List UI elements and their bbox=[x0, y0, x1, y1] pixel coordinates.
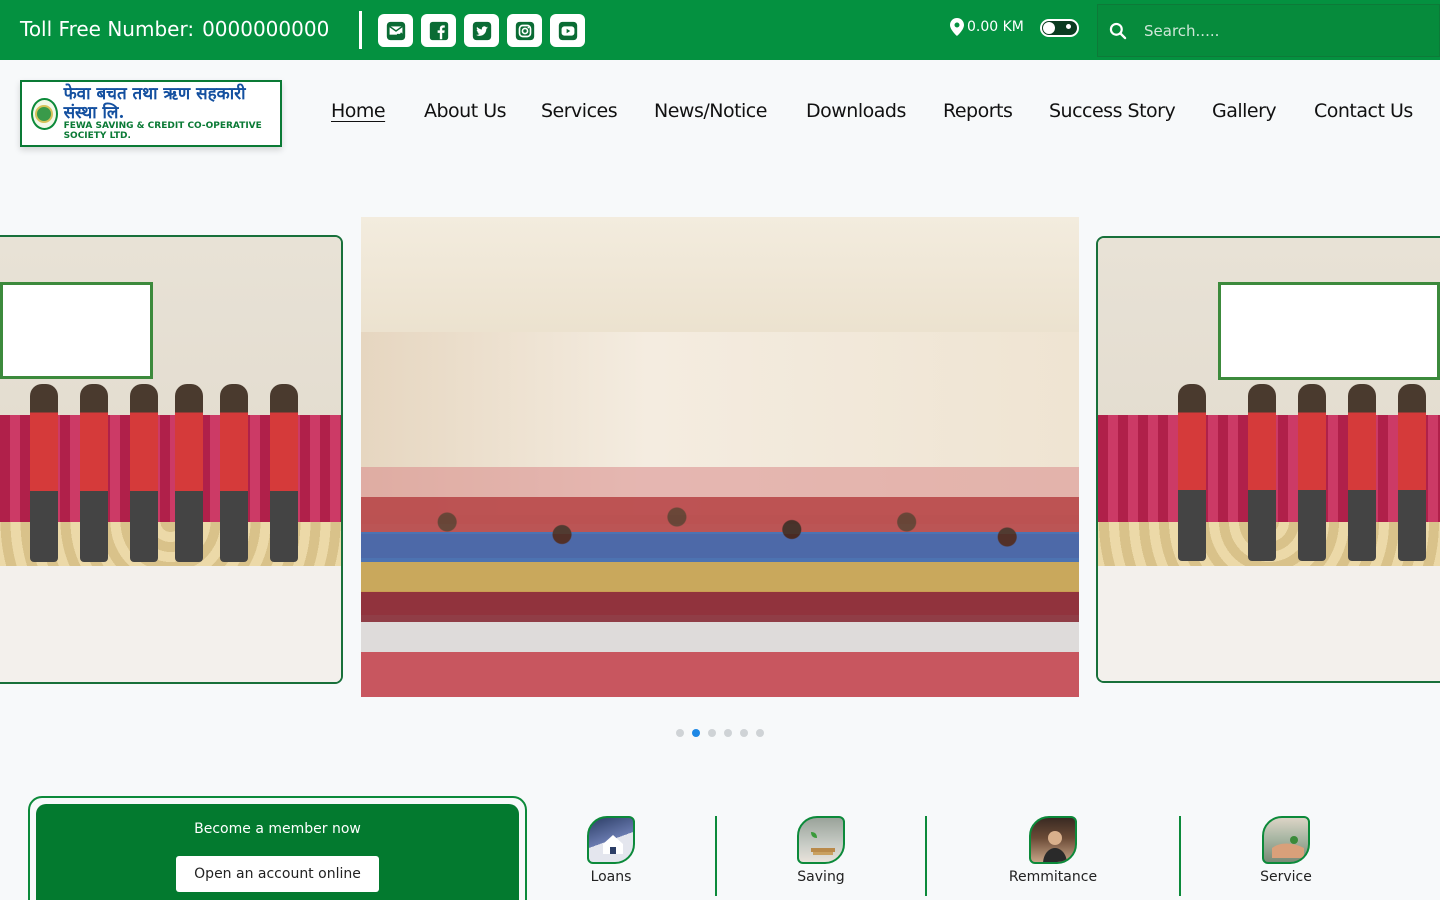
distance-value: 0.00 KM bbox=[967, 19, 1024, 35]
twitter-icon[interactable] bbox=[464, 14, 499, 47]
location-distance: 0.00 KM bbox=[950, 18, 1024, 36]
slide-current[interactable] bbox=[361, 217, 1079, 697]
service-label: Saving bbox=[797, 869, 845, 885]
slide-next[interactable] bbox=[1096, 236, 1440, 683]
toggle-indicator bbox=[1066, 24, 1071, 29]
service-divider bbox=[925, 816, 927, 896]
top-bar: Toll Free Number: 0000000000 0.00 KM bbox=[0, 0, 1440, 60]
search-icon[interactable] bbox=[1098, 21, 1138, 41]
toll-free-label: Toll Free Number: bbox=[20, 17, 195, 41]
service-icon bbox=[1262, 816, 1310, 864]
loans-icon bbox=[587, 816, 635, 864]
service-label: Remmitance bbox=[1008, 869, 1098, 885]
slider-dot[interactable] bbox=[708, 729, 716, 737]
site-logo[interactable]: फेवा बचत तथा ऋण सहकारी संस्था लि. FEWA S… bbox=[20, 80, 282, 147]
slider-pagination bbox=[676, 729, 764, 737]
member-title: Become a member now bbox=[194, 821, 361, 837]
nav-services[interactable]: Services bbox=[541, 100, 618, 122]
service-saving[interactable]: Saving bbox=[751, 816, 891, 885]
cooperative-emblem-icon bbox=[31, 97, 58, 130]
slider-dot-active[interactable] bbox=[692, 729, 700, 737]
search-box bbox=[1097, 4, 1440, 57]
service-divider bbox=[715, 816, 717, 896]
divider bbox=[359, 11, 362, 49]
saving-icon bbox=[797, 816, 845, 864]
toll-free-number[interactable]: 0000000000 bbox=[202, 17, 329, 41]
logo-text: फेवा बचत तथा ऋण सहकारी संस्था लि. FEWA S… bbox=[63, 83, 280, 142]
service-label: Loans bbox=[590, 869, 632, 885]
nav-gallery[interactable]: Gallery bbox=[1212, 100, 1277, 122]
nav-success-story[interactable]: Success Story bbox=[1049, 100, 1176, 122]
search-input[interactable] bbox=[1138, 5, 1439, 56]
youtube-icon[interactable] bbox=[550, 14, 585, 47]
open-account-button[interactable]: Open an account online bbox=[176, 856, 379, 892]
instagram-icon[interactable] bbox=[507, 14, 542, 47]
service-label: Service bbox=[1260, 869, 1312, 885]
slider-dot[interactable] bbox=[740, 729, 748, 737]
nav-downloads[interactable]: Downloads bbox=[806, 100, 906, 122]
nav-contact-us[interactable]: Contact Us bbox=[1314, 100, 1413, 122]
theme-toggle[interactable] bbox=[1040, 19, 1079, 37]
nav-about-us[interactable]: About Us bbox=[424, 100, 507, 122]
slider-dot[interactable] bbox=[676, 729, 684, 737]
logo-nepali-name: फेवा बचत तथा ऋण सहकारी संस्था लि. bbox=[63, 83, 246, 123]
service-loans[interactable]: Loans bbox=[541, 816, 681, 885]
mail-icon[interactable] bbox=[378, 14, 413, 47]
logo-english-name: FEWA SAVING & CREDIT CO-OPERATIVE SOCIET… bbox=[63, 121, 262, 142]
toggle-knob bbox=[1043, 22, 1055, 34]
slider-dot[interactable] bbox=[724, 729, 732, 737]
service-remittance[interactable]: Remmitance bbox=[983, 816, 1123, 885]
nav-reports[interactable]: Reports bbox=[943, 100, 1013, 122]
service-service[interactable]: Service bbox=[1216, 816, 1356, 885]
slider-dot[interactable] bbox=[756, 729, 764, 737]
facebook-icon[interactable] bbox=[421, 14, 456, 47]
remittance-icon bbox=[1029, 816, 1077, 864]
service-divider bbox=[1179, 816, 1181, 896]
nav-news-notice[interactable]: News/Notice bbox=[654, 100, 767, 122]
toll-free-info: Toll Free Number: 0000000000 bbox=[20, 17, 329, 41]
slide-previous[interactable] bbox=[0, 235, 343, 684]
nav-home[interactable]: Home bbox=[331, 100, 386, 122]
location-pin-icon bbox=[950, 18, 964, 36]
